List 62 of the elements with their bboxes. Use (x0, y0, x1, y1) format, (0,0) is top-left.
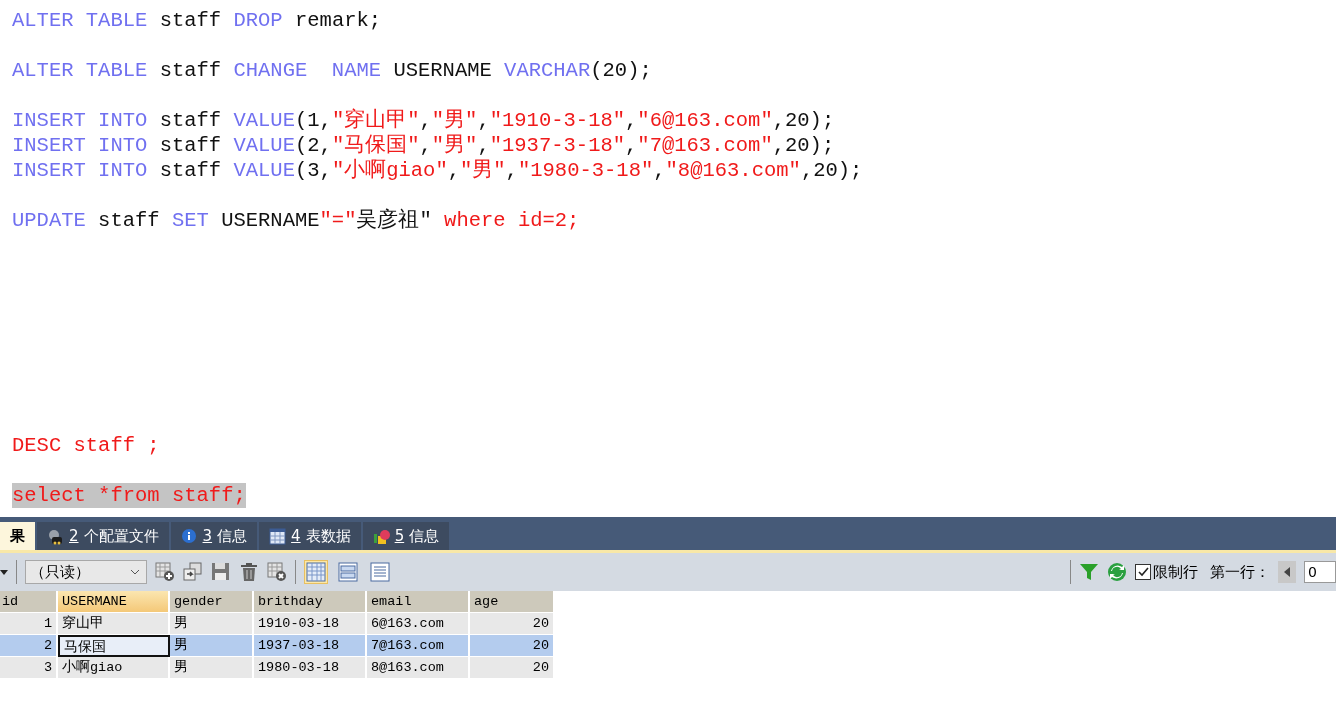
form-view-button[interactable] (336, 560, 360, 584)
shapes-icon (372, 527, 390, 545)
column-header[interactable]: USERMANE (58, 591, 170, 613)
result-tab[interactable]: 5 信息 (362, 522, 450, 550)
table-cell[interactable]: 穿山甲 (58, 613, 170, 635)
column-header[interactable]: email (367, 591, 470, 613)
table-cell[interactable]: 6@163.com (367, 613, 470, 635)
column-header[interactable]: age (470, 591, 555, 613)
left-arrow-icon (1284, 567, 1290, 577)
text-view-button[interactable] (368, 560, 392, 584)
code-line: ALTER TABLE staff DROP remark; (12, 8, 382, 33)
trash-icon[interactable] (239, 562, 259, 582)
previous-button[interactable] (1278, 561, 1296, 583)
table-cell[interactable]: 1980-03-18 (254, 657, 367, 679)
column-header[interactable]: gender (170, 591, 254, 613)
code-line: INSERT INTO staff VALUE(2,"马保国","男","1937-3-18","7@163.com",20); (12, 133, 835, 158)
code-line: INSERT INTO staff VALUE(1,"穿山甲","男","1910-3-18","6@163.com",20); (12, 108, 835, 133)
copy-row-icon[interactable] (183, 562, 203, 582)
mode-dropdown[interactable]: （只读） (25, 560, 147, 584)
table-cell[interactable]: 1910-03-18 (254, 613, 367, 635)
table-icon (269, 527, 287, 545)
table-cell[interactable]: 2 (0, 635, 58, 657)
table-cell[interactable]: 20 (470, 635, 555, 657)
code-line: DESC staff ; (12, 433, 160, 458)
add-row-icon[interactable] (155, 562, 175, 582)
column-header[interactable]: id (0, 591, 58, 613)
caret-icon[interactable] (0, 569, 8, 575)
list-icon (370, 562, 390, 582)
refresh-icon[interactable] (1107, 562, 1127, 582)
filter-icon[interactable] (1079, 562, 1099, 582)
result-tab[interactable]: 3 信息 (170, 522, 258, 550)
save-icon[interactable] (211, 562, 231, 582)
table-cell[interactable]: 马保国 (58, 635, 170, 657)
table-cell[interactable]: 8@163.com (367, 657, 470, 679)
table-cell[interactable]: 1937-03-18 (254, 635, 367, 657)
table-cell[interactable]: 3 (0, 657, 58, 679)
code-line: UPDATE staff SET USERNAME"="吴彦祖" where id=2; (12, 208, 580, 233)
result-tab[interactable]: 果 (0, 522, 35, 550)
table-cell[interactable]: 男 (170, 613, 254, 635)
checkmark-icon (1137, 566, 1149, 578)
table-cell[interactable]: 20 (470, 657, 555, 679)
table-cell[interactable]: 20 (470, 613, 555, 635)
first-row-field[interactable]: 0 (1304, 561, 1336, 583)
column-header[interactable]: brithday (254, 591, 367, 613)
grid-icon (306, 562, 326, 582)
delete-row-icon[interactable] (267, 562, 287, 582)
table-cell[interactable]: 1 (0, 613, 58, 635)
result-tab[interactable]: 4 表数据 (259, 522, 361, 550)
profile-icon (47, 527, 64, 545)
info-icon (180, 527, 198, 545)
table-cell[interactable]: 男 (170, 635, 254, 657)
table-cell[interactable]: 7@163.com (367, 635, 470, 657)
code-line: ALTER TABLE staff CHANGE NAME USERNAME VARCHAR(20); (12, 58, 652, 83)
form-icon (338, 562, 358, 582)
chevron-icon (130, 569, 140, 575)
grid-view-button[interactable] (304, 560, 328, 584)
code-line: INSERT INTO staff VALUE(3,"小啊giao","男","1980-3-18","8@163.com",20); (12, 158, 863, 183)
limit-rows-checkbox[interactable]: 限制行 (1135, 562, 1198, 582)
first-row-label: 第一行： (1210, 562, 1270, 582)
table-cell[interactable]: 男 (170, 657, 254, 679)
result-tab[interactable]: 2 个配置文件 (37, 522, 169, 550)
table-cell[interactable]: 小啊giao (58, 657, 170, 679)
